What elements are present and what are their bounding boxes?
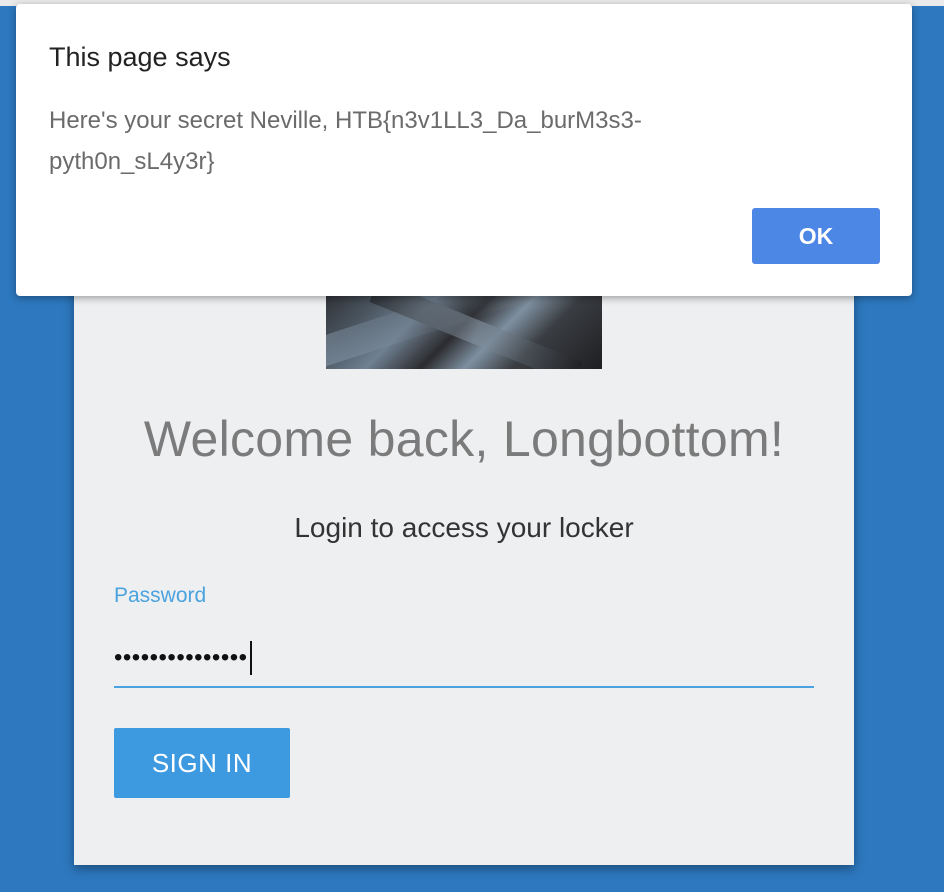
- password-field[interactable]: •••••••••••••••: [114, 630, 814, 688]
- dialog-message: Here's your secret Neville, HTB{n3v1LL3_…: [49, 100, 769, 182]
- dialog-message-line-1: Here's your secret Neville, HTB{n3v1LL3_…: [49, 107, 642, 134]
- sign-in-button[interactable]: SIGN IN: [114, 728, 290, 798]
- login-card: Welcome back, Longbottom! Login to acces…: [74, 250, 854, 865]
- password-label: Password: [114, 584, 207, 607]
- dialog-message-line-2: pyth0n_sL4y3r}: [49, 148, 215, 175]
- password-value: •••••••••••••••: [114, 644, 248, 671]
- alert-dialog: This page says Here's your secret Nevill…: [16, 4, 912, 296]
- ok-button[interactable]: OK: [752, 208, 880, 264]
- login-subtitle: Login to access your locker: [294, 512, 634, 543]
- welcome-heading: Welcome back, Longbottom!: [143, 411, 785, 467]
- text-caret: [249, 641, 252, 675]
- dialog-title: This page says: [49, 42, 231, 72]
